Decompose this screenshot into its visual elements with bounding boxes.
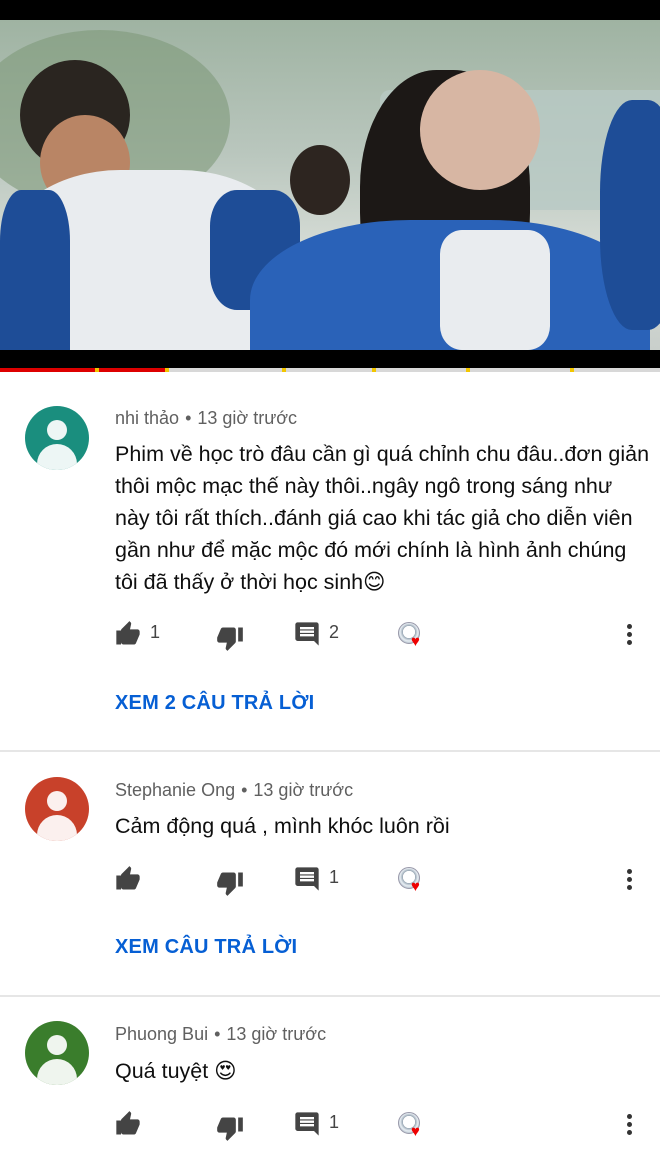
avatar-head-shape [47, 1035, 67, 1055]
avatar[interactable] [25, 1021, 89, 1085]
chapter-marker [282, 368, 286, 372]
comment-divider [0, 750, 660, 752]
comment-actions: 1 ♥ [0, 1110, 660, 1142]
comment-time: 13 giờ trước [197, 408, 298, 428]
thumbs-up-icon[interactable] [114, 1110, 142, 1138]
comment-divider [0, 995, 660, 997]
chapter-marker [372, 368, 376, 372]
creator-heart-icon: ♥ [396, 620, 428, 652]
comment-time: 13 giờ trước [226, 1024, 327, 1044]
video-shirt-sleeve [0, 190, 70, 350]
comment-author[interactable]: Phuong Bui [115, 1024, 208, 1044]
avatar-body-shape [37, 1059, 77, 1085]
video-progress-bar[interactable] [0, 368, 660, 372]
chapter-marker [466, 368, 470, 372]
avatar-head-shape [47, 420, 67, 440]
comment-meta: nhi thảo • 13 giờ trước [115, 408, 297, 429]
avatar[interactable] [25, 777, 89, 841]
meta-separator: • [185, 408, 192, 428]
comment-icon[interactable] [293, 865, 321, 893]
view-replies-button[interactable]: XEM 2 CÂU TRẢ LỜI [115, 692, 314, 715]
chapter-marker [570, 368, 574, 372]
video-right-person [600, 100, 660, 330]
video-player[interactable] [0, 20, 660, 350]
avatar-body-shape [37, 815, 77, 841]
comment-time: 13 giờ trước [253, 780, 354, 800]
meta-separator: • [241, 780, 248, 800]
reply-count: 1 [329, 1112, 340, 1132]
meta-separator: • [214, 1024, 221, 1044]
comment-text: Phim về học trò đâu cần gì quá chỉnh chu… [115, 442, 650, 594]
avatar[interactable] [25, 406, 89, 470]
video-girl-collar [440, 230, 550, 350]
comment-text: Quá tuyệt 😍 [115, 1059, 237, 1083]
comment-icon[interactable] [293, 620, 321, 648]
reply-count: 2 [329, 622, 340, 642]
chapter-marker [95, 368, 99, 372]
heart-icon: ♥ [411, 633, 420, 650]
thumbs-down-icon[interactable] [216, 1114, 244, 1142]
thumbs-up-icon[interactable] [114, 620, 142, 648]
heart-icon: ♥ [411, 1123, 420, 1140]
progress-played [0, 368, 165, 372]
comment-meta: Phuong Bui • 13 giờ trước [115, 1024, 326, 1045]
chapter-marker [165, 368, 169, 372]
more-vertical-icon[interactable] [627, 1114, 635, 1136]
thumbs-down-icon[interactable] [216, 624, 244, 652]
comment-meta: Stephanie Ong • 13 giờ trước [115, 780, 353, 801]
more-vertical-icon[interactable] [627, 624, 635, 646]
avatar-body-shape [37, 444, 77, 470]
creator-heart-icon: ♥ [396, 1110, 428, 1142]
avatar-head-shape [47, 791, 67, 811]
status-bar-area [0, 0, 660, 20]
comment-actions: 1 2 ♥ [0, 620, 660, 652]
comment-text: Cảm động quá , mình khóc luôn rồi [115, 814, 450, 838]
video-letterbox [0, 350, 660, 368]
like-count: 1 [150, 622, 161, 642]
reply-count: 1 [329, 867, 340, 887]
view-replies-button[interactable]: XEM CÂU TRẢ LỜI [115, 936, 297, 959]
video-background-person [290, 145, 350, 215]
comment-icon[interactable] [293, 1110, 321, 1138]
comment-author[interactable]: Stephanie Ong [115, 780, 235, 800]
thumbs-down-icon[interactable] [216, 869, 244, 897]
creator-heart-icon: ♥ [396, 865, 428, 897]
more-vertical-icon[interactable] [627, 869, 635, 891]
video-girl-face [420, 70, 540, 190]
comment-actions: 1 ♥ [0, 865, 660, 897]
thumbs-up-icon[interactable] [114, 865, 142, 893]
heart-icon: ♥ [411, 878, 420, 895]
comment-author[interactable]: nhi thảo [115, 408, 179, 428]
